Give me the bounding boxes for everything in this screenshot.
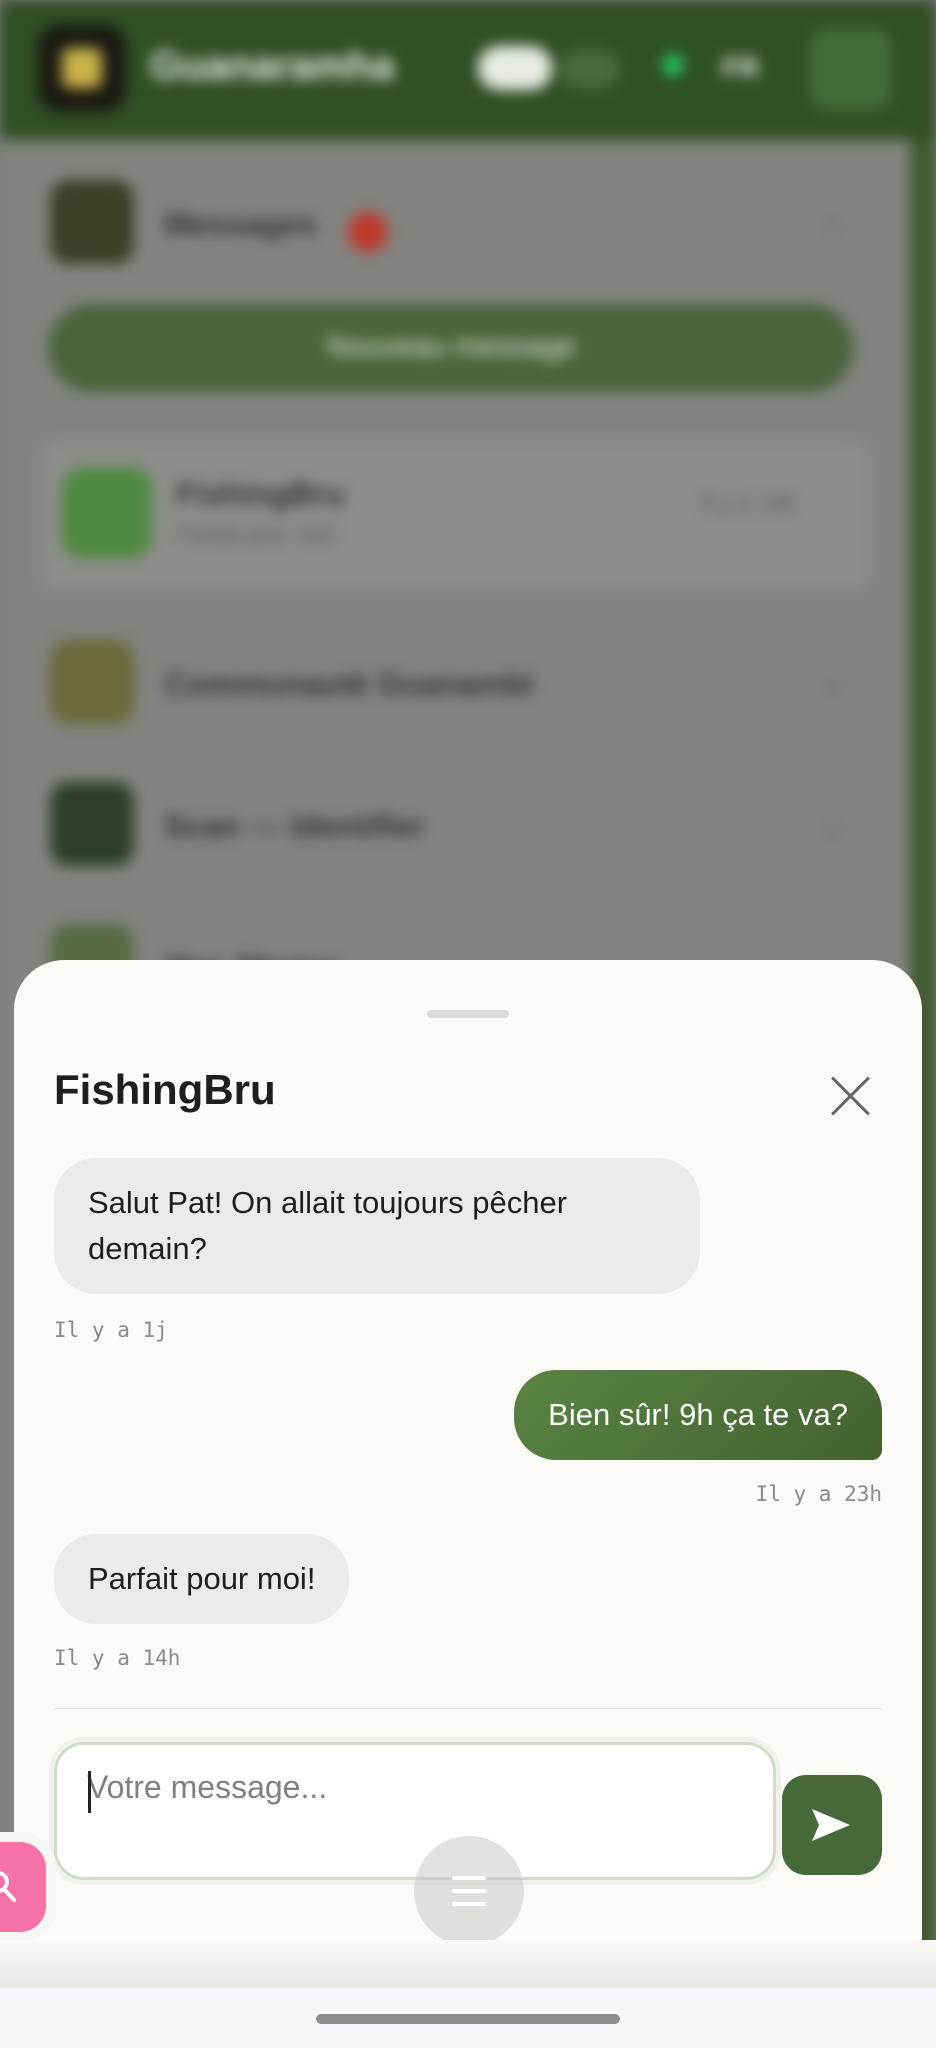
language-selector[interactable]: FR xyxy=(722,52,759,84)
chat-title: FishingBru xyxy=(54,1066,276,1113)
app-logo xyxy=(38,24,126,112)
send-button[interactable] xyxy=(782,1775,882,1875)
avatar xyxy=(62,468,152,558)
section-thumb xyxy=(50,782,134,866)
app-header: Guanaramha FR xyxy=(0,0,936,140)
bottom-fade xyxy=(0,1940,936,1988)
section-thumb xyxy=(50,640,134,724)
conversation-subtitle: Parfait pour moi! xyxy=(176,522,338,547)
section-messages[interactable]: Messages ⌄ xyxy=(30,160,910,290)
message-bubble-incoming: Parfait pour moi! xyxy=(54,1534,350,1624)
system-nav-area xyxy=(0,1988,936,2048)
message-bubble-outgoing: Bien sûr! 9h ça te va? xyxy=(514,1370,882,1460)
text-caret xyxy=(88,1771,91,1813)
search-fab[interactable] xyxy=(0,1842,46,1932)
new-message-label: Nouveau message xyxy=(325,330,577,363)
header-pill[interactable] xyxy=(478,46,552,90)
message-input[interactable] xyxy=(57,1745,773,1877)
send-icon xyxy=(812,1809,850,1841)
section-community[interactable]: Communauté Guanambi ⌄ xyxy=(30,620,910,750)
conversation-time: Il y a 14h xyxy=(700,490,798,517)
search-icon xyxy=(0,1871,16,1902)
section-label: Communauté Guanambi xyxy=(164,666,534,702)
online-status-dot xyxy=(662,54,684,76)
section-label: Scan — Identifier xyxy=(164,808,426,844)
conversation-name: FishingBru xyxy=(176,476,345,512)
new-message-button[interactable]: Nouveau message xyxy=(48,304,854,392)
conversation-preview[interactable]: FishingBru Parfait pour moi! Il y a 14h xyxy=(40,440,870,590)
header-pill-secondary[interactable] xyxy=(560,50,620,88)
menu-icon xyxy=(452,1876,486,1880)
message-timestamp: Il y a 14h xyxy=(54,1646,181,1670)
message-timestamp: Il y a 23h xyxy=(755,1482,882,1506)
section-scan[interactable]: Scan — Identifier ⌄ xyxy=(30,762,910,892)
chevron-down-icon: ⌄ xyxy=(820,807,846,840)
unread-badge xyxy=(348,212,388,252)
message-bubble-incoming: Salut Pat! On allait toujours pêcher dem… xyxy=(54,1158,700,1294)
chevron-down-icon: ⌄ xyxy=(820,205,846,238)
close-icon[interactable] xyxy=(824,1070,876,1122)
composer-divider xyxy=(54,1708,882,1709)
header-menu-button[interactable] xyxy=(810,28,892,110)
sheet-drag-handle[interactable] xyxy=(427,1010,509,1018)
section-thumb xyxy=(50,180,134,264)
message-timestamp: Il y a 1j xyxy=(54,1318,168,1342)
app-title: Guanaramha xyxy=(150,44,395,88)
message-input-wrapper xyxy=(54,1742,776,1880)
chevron-down-icon: ⌄ xyxy=(820,665,846,698)
home-indicator[interactable] xyxy=(316,2014,620,2024)
menu-fab[interactable] xyxy=(414,1836,524,1946)
section-label: Messages xyxy=(164,206,317,242)
